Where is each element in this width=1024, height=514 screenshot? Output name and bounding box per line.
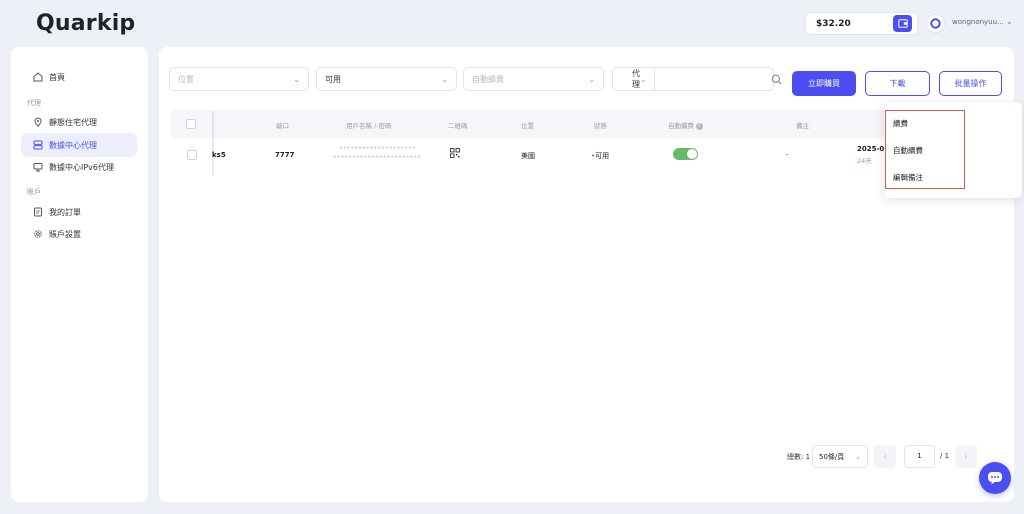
column-header-credentials: 用戶名稱 / 密碼	[346, 122, 392, 130]
sidebar-item-label: 數據中心IPv6代理	[49, 162, 115, 172]
user-avatar-icon	[930, 18, 941, 29]
logo-text: Quarkip	[36, 10, 136, 36]
row-expiry-days: 24天	[857, 157, 872, 165]
search-type-value: 代理	[632, 69, 640, 89]
row-port: 7777	[275, 151, 295, 159]
row-location: 美國	[521, 152, 535, 160]
buy-now-button[interactable]: 立即購買	[792, 71, 856, 96]
brand-logo[interactable]: Quarkip	[36, 10, 135, 36]
prev-page-button[interactable]: ‹	[874, 445, 896, 468]
balance-amount: $32.20	[816, 18, 851, 29]
search-combo: 代理 ⌄	[612, 67, 782, 91]
search-input[interactable]	[654, 68, 771, 90]
search-icon[interactable]	[771, 74, 782, 85]
row-username[interactable]: ••••••••••••••••••••	[339, 145, 416, 152]
chevron-right-icon: ›	[964, 451, 968, 462]
chevron-down-icon: ⌄	[441, 74, 448, 84]
server-icon	[32, 140, 43, 151]
sidebar-item-datacenter[interactable]: 數據中心代理	[21, 133, 137, 157]
column-header-port: 端口	[276, 122, 289, 130]
column-header-note: 備注	[796, 122, 809, 130]
auto-renew-select-placeholder: 自動續費	[472, 74, 504, 84]
column-header-location: 位置	[521, 122, 534, 130]
column-header-auto-renew: 自動續費 i	[668, 120, 703, 130]
sidebar-item-label: 數據中心代理	[49, 140, 97, 150]
pagination-total: 總數: 1	[787, 453, 811, 461]
sidebar-item-home[interactable]: 首頁	[21, 65, 137, 89]
sidebar-item-static-residential[interactable]: 靜態住宅代理	[21, 110, 137, 134]
column-divider	[212, 110, 215, 175]
chevron-down-icon: ⌄	[640, 74, 647, 84]
sidebar-item-label: 靜態住宅代理	[49, 117, 97, 127]
location-select[interactable]: 位置 ⌄	[169, 67, 309, 91]
page-size-select[interactable]: 50條/頁 ⌄	[812, 445, 868, 468]
sidebar-item-label: 賬戶設置	[49, 229, 81, 239]
column-header-auto-renew-label: 自動續費	[668, 122, 694, 130]
row-checkbox[interactable]	[187, 150, 197, 160]
user-name[interactable]: wongnonyuu...	[952, 18, 1004, 26]
sidebar-item-label: 我的訂單	[49, 207, 81, 217]
sidebar-item-settings[interactable]: 賬戶設置	[21, 222, 137, 246]
batch-operation-button[interactable]: 批量操作	[939, 71, 1002, 96]
user-avatar[interactable]	[926, 14, 945, 33]
status-select-value: 可用	[325, 74, 341, 84]
sidebar-section-proxy: 代理	[27, 99, 41, 107]
orders-icon	[32, 207, 43, 218]
download-button[interactable]: 下載	[865, 71, 930, 96]
search-type-select[interactable]: 代理 ⌄	[613, 68, 655, 90]
auto-renew-toggle[interactable]	[673, 148, 698, 160]
balance-box: $32.20	[805, 12, 918, 35]
row-status-label: 可用	[595, 152, 610, 160]
chevron-down-icon[interactable]: ⌄	[1006, 17, 1013, 26]
chevron-left-icon: ‹	[883, 451, 887, 462]
location-pin-icon	[32, 117, 43, 128]
row-protocol: ks5	[212, 151, 226, 159]
chat-icon	[988, 472, 1002, 485]
page-number-input[interactable]: 1	[904, 445, 935, 468]
highlight-box	[885, 110, 965, 189]
sidebar-item-label: 首頁	[49, 72, 65, 82]
qrcode-icon[interactable]	[450, 148, 460, 160]
info-icon[interactable]: i	[696, 122, 703, 130]
wallet-button[interactable]	[893, 15, 912, 32]
sidebar-section-account: 賬戶	[27, 188, 41, 196]
table-header: 端口 用戶名稱 / 密碼 二維碼 位置 狀態 自動續費i 備注 到期	[171, 110, 1004, 138]
chevron-down-icon: ⌄	[588, 74, 595, 84]
chat-support-button[interactable]	[979, 462, 1011, 494]
next-page-button[interactable]: ›	[955, 445, 977, 468]
home-icon	[32, 72, 43, 83]
monitor-icon	[32, 162, 43, 173]
row-password[interactable]: •••••••••••••••••••••••	[333, 154, 421, 161]
auto-renew-select[interactable]: 自動續費 ⌄	[463, 67, 604, 91]
sidebar-item-orders[interactable]: 我的訂單	[21, 200, 137, 224]
chevron-down-icon: ⌄	[855, 452, 861, 461]
row-note: -	[786, 151, 789, 159]
row-status: •可用	[591, 151, 609, 161]
wallet-icon	[897, 19, 908, 28]
pagination-total-pages: / 1	[940, 452, 950, 460]
chevron-down-icon: ⌄	[293, 74, 300, 84]
column-header-status: 狀態	[594, 122, 607, 130]
select-all-checkbox[interactable]	[186, 119, 196, 129]
sidebar: 首頁 代理 靜態住宅代理 數據中心代理 數據中心IPv6代理 賬戶 我的訂單 賬…	[11, 47, 148, 502]
gear-icon	[32, 229, 43, 240]
column-header-qrcode: 二維碼	[448, 122, 468, 130]
location-select-placeholder: 位置	[178, 74, 194, 84]
status-select[interactable]: 可用 ⌄	[316, 67, 457, 91]
sidebar-item-datacenter-ipv6[interactable]: 數據中心IPv6代理	[21, 155, 137, 179]
page-size-value: 50條/頁	[819, 452, 845, 461]
